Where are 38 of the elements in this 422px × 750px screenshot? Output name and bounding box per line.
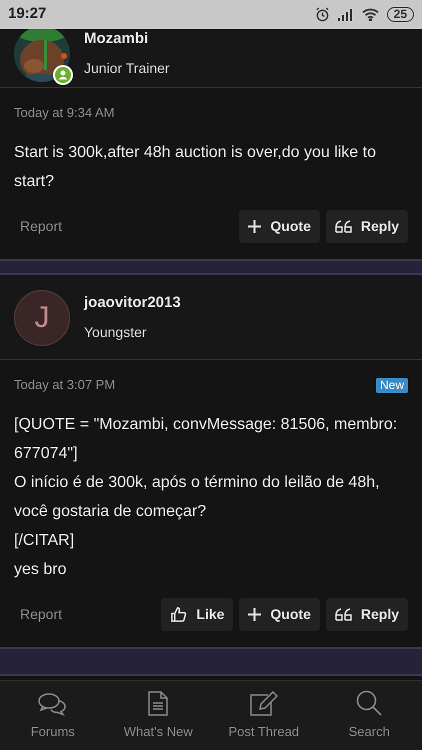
plus-icon — [248, 608, 262, 621]
edit-icon — [250, 690, 278, 716]
reply-button[interactable]: Reply — [326, 598, 408, 631]
wifi-icon — [362, 8, 379, 21]
chat-bubbles-icon — [38, 692, 68, 716]
user-title: Youngster — [84, 323, 148, 342]
report-link[interactable]: Report — [14, 604, 62, 625]
post-text: Start is 300k,after 48h auction is over,do you like to start? — [14, 143, 377, 192]
post-text: O início é de 300k, após o término do leilão de 48h, você gostaria de começar? — [14, 473, 381, 522]
nav-tab[interactable]: What's New — [106, 681, 211, 750]
post-date: Today at 9:34 AM — [14, 104, 114, 122]
report-link[interactable]: Report — [14, 216, 62, 237]
reply-button[interactable]: Reply — [326, 210, 408, 243]
quote-marks-icon — [334, 220, 352, 233]
plus-icon — [248, 220, 262, 233]
post-date: Today at 3:07 PM — [14, 376, 116, 394]
thumbs-up-icon — [170, 606, 188, 623]
document-icon — [148, 690, 168, 716]
nav-tab[interactable]: Post Thread — [211, 681, 316, 750]
battery-indicator: 25 — [386, 7, 414, 22]
alarm-icon — [314, 7, 330, 22]
post-text: [/CITAR] — [14, 531, 76, 551]
post-text: [QUOTE = "Mozambi, convMessage: 81506, membro: 677074"] — [14, 415, 398, 464]
avatar: J — [14, 290, 70, 346]
like-button[interactable]: Like — [161, 598, 234, 631]
quote-button[interactable]: Quote — [239, 210, 320, 243]
quote-marks-icon — [334, 608, 352, 621]
username-link[interactable]: joaovitor2013 — [84, 292, 181, 314]
nav-tab[interactable]: Forums — [0, 681, 106, 750]
status-time: 19:27 — [8, 4, 46, 24]
username-link[interactable]: Mozambi — [84, 29, 170, 50]
nav-tab[interactable]: Search — [316, 681, 422, 750]
user-title: Junior Trainer — [84, 59, 170, 78]
quote-button[interactable]: Quote — [239, 598, 320, 631]
signal-icon — [338, 8, 354, 20]
new-badge: New — [376, 378, 408, 392]
post-text: yes bro — [14, 560, 68, 580]
search-icon — [356, 690, 382, 716]
